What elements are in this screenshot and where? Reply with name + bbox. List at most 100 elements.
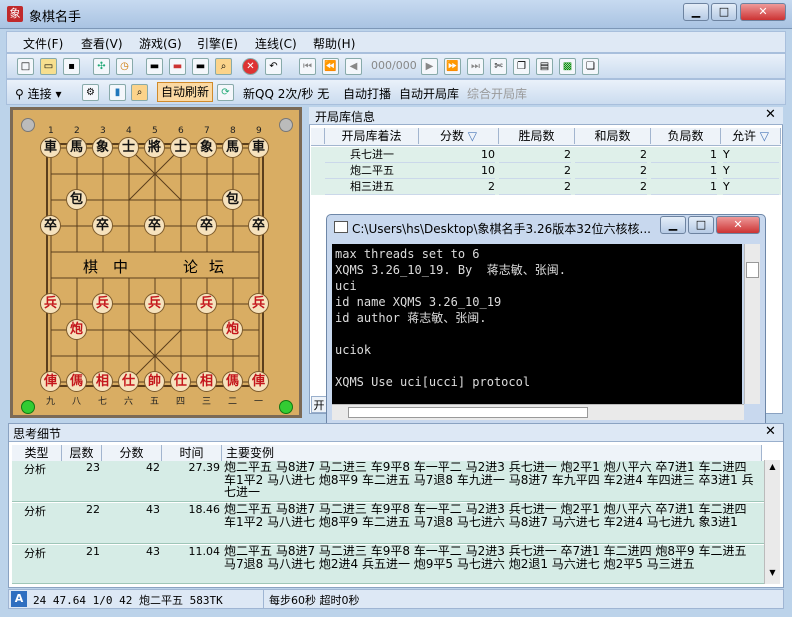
scroll-down-icon[interactable]: ▼ bbox=[767, 568, 778, 580]
black-cannon-piece[interactable]: 包 bbox=[66, 189, 87, 210]
thinking-row[interactable]: 分析 23 42 27.39 炮二平五 马8进7 马二进三 车9平8 车一平二 马2进3… bbox=[12, 461, 772, 502]
copy-icon[interactable]: ❐ bbox=[513, 58, 530, 75]
column-depth[interactable]: 层数 bbox=[62, 445, 102, 461]
console-vertical-scrollbar[interactable] bbox=[744, 244, 760, 404]
red-piece[interactable]: 傌 bbox=[222, 371, 243, 392]
column-win[interactable]: 胜局数 bbox=[499, 128, 575, 144]
next-page-icon[interactable]: ⏩ bbox=[444, 58, 461, 75]
auto-refresh-button[interactable]: 自动刷新 bbox=[157, 82, 214, 102]
combined-opening-button[interactable]: 综合开局库 bbox=[467, 85, 527, 102]
prev-page-icon[interactable]: ⏪ bbox=[322, 58, 339, 75]
console-minimize-button[interactable]: ▁ bbox=[660, 216, 686, 234]
book-icon[interactable]: ▮ bbox=[109, 84, 126, 101]
black-soldier-piece[interactable]: 卒 bbox=[196, 215, 217, 236]
menu-view[interactable]: 查看(V) bbox=[81, 35, 123, 52]
column-pv[interactable]: 主要变例 bbox=[222, 445, 762, 461]
opening-bottom-tab[interactable]: 开 bbox=[311, 396, 327, 413]
opening-row[interactable]: 兵七进一 10 2 2 1 Y bbox=[311, 147, 781, 163]
red-soldier-piece[interactable]: 兵 bbox=[196, 293, 217, 314]
column-type[interactable]: 类型 bbox=[12, 445, 62, 461]
close-button[interactable]: ✕ bbox=[740, 3, 786, 21]
black-soldier-piece[interactable]: 卒 bbox=[40, 215, 61, 236]
close-icon[interactable]: ✕ bbox=[765, 424, 776, 439]
black-piece[interactable]: 車 bbox=[248, 137, 269, 158]
auto-play-button[interactable]: 自动打播 bbox=[343, 85, 391, 102]
menu-engine[interactable]: 引擎(E) bbox=[197, 35, 238, 52]
red-board-icon[interactable]: ▬ bbox=[169, 58, 186, 75]
red-piece[interactable]: 俥 bbox=[40, 371, 61, 392]
chess-board[interactable]: 棋 中 论 坛 123456789 九八七六五四三二一 車馬象士將士象馬車包包卒… bbox=[13, 110, 299, 415]
close-icon[interactable]: ✕ bbox=[765, 107, 776, 122]
monitor-icon[interactable]: ▬ bbox=[192, 58, 209, 75]
thinking-row[interactable]: 分析 22 43 18.46 炮二平五 马8进7 马二进三 车9平8 车一平二 马2进3… bbox=[12, 503, 772, 544]
menu-file[interactable]: 文件(F) bbox=[23, 35, 63, 52]
arrows-icon[interactable]: ✣ bbox=[93, 58, 110, 75]
red-soldier-piece[interactable]: 兵 bbox=[92, 293, 113, 314]
undo-icon[interactable]: ↶ bbox=[265, 58, 282, 75]
red-soldier-piece[interactable]: 兵 bbox=[144, 293, 165, 314]
column-score[interactable]: 分数 bbox=[102, 445, 162, 461]
column-loss[interactable]: 负局数 bbox=[651, 128, 721, 144]
tools-icon[interactable]: ✄ bbox=[490, 58, 507, 75]
column-score[interactable]: 分数 ▽ bbox=[419, 128, 499, 144]
new-file-icon[interactable]: □ bbox=[17, 58, 34, 75]
black-piece[interactable]: 象 bbox=[196, 137, 217, 158]
auto-opening-button[interactable]: 自动开局库 bbox=[399, 85, 459, 102]
red-piece[interactable]: 帥 bbox=[144, 371, 165, 392]
column-move[interactable]: 开局库着法 bbox=[325, 128, 419, 144]
column-draw[interactable]: 和局数 bbox=[575, 128, 651, 144]
save-icon[interactable]: ▪ bbox=[63, 58, 80, 75]
black-soldier-piece[interactable]: 卒 bbox=[144, 215, 165, 236]
minimize-button[interactable]: ▁ bbox=[683, 3, 709, 21]
red-piece[interactable]: 俥 bbox=[248, 371, 269, 392]
console-maximize-button[interactable]: □ bbox=[688, 216, 714, 234]
search-board-icon[interactable]: ⌕ bbox=[131, 84, 148, 101]
search-icon[interactable]: ⌕ bbox=[215, 58, 232, 75]
red-soldier-piece[interactable]: 兵 bbox=[40, 293, 61, 314]
last-move-icon[interactable]: ⏭ bbox=[467, 58, 484, 75]
red-piece[interactable]: 傌 bbox=[66, 371, 87, 392]
red-soldier-piece[interactable]: 兵 bbox=[248, 293, 269, 314]
alarm-clock-icon[interactable]: ◷ bbox=[116, 58, 133, 75]
refresh-icon[interactable]: ⟳ bbox=[217, 84, 234, 101]
black-piece[interactable]: 士 bbox=[170, 137, 191, 158]
thinking-row[interactable]: 分析 21 43 11.04 炮二平五 马8进7 马二进三 车9平8 车一平二 马2进3… bbox=[12, 545, 772, 584]
column-allow[interactable]: 允许 ▽ bbox=[721, 128, 781, 144]
open-folder-icon[interactable]: ▭ bbox=[40, 58, 57, 75]
board-icon[interactable]: ▬ bbox=[146, 58, 163, 75]
black-piece[interactable]: 馬 bbox=[222, 137, 243, 158]
red-piece[interactable]: 仕 bbox=[170, 371, 191, 392]
prev-move-icon[interactable]: ◀ bbox=[345, 58, 362, 75]
next-move-icon[interactable]: ▶ bbox=[421, 58, 438, 75]
red-piece[interactable]: 相 bbox=[196, 371, 217, 392]
column-time[interactable]: 时间 bbox=[162, 445, 222, 461]
image-icon[interactable]: ▩ bbox=[559, 58, 576, 75]
connect-button[interactable]: ⚲ 连接 ▾ bbox=[15, 85, 61, 102]
scroll-thumb[interactable] bbox=[348, 407, 588, 418]
opening-row[interactable]: 炮二平五 10 2 2 1 Y bbox=[311, 163, 781, 179]
black-piece[interactable]: 馬 bbox=[66, 137, 87, 158]
black-piece[interactable]: 士 bbox=[118, 137, 139, 158]
console-close-button[interactable]: ✕ bbox=[716, 216, 760, 234]
black-piece[interactable]: 象 bbox=[92, 137, 113, 158]
pages-icon[interactable]: ❏ bbox=[582, 58, 599, 75]
menu-connect[interactable]: 连线(C) bbox=[255, 35, 297, 52]
black-soldier-piece[interactable]: 卒 bbox=[248, 215, 269, 236]
console-horizontal-scrollbar[interactable] bbox=[332, 404, 744, 420]
stop-icon[interactable]: ✕ bbox=[242, 58, 259, 75]
menu-game[interactable]: 游戏(G) bbox=[139, 35, 182, 52]
red-cannon-piece[interactable]: 炮 bbox=[66, 319, 87, 340]
red-cannon-piece[interactable]: 炮 bbox=[222, 319, 243, 340]
menu-help[interactable]: 帮助(H) bbox=[313, 35, 355, 52]
thinking-scrollbar[interactable]: ▲ ▼ bbox=[764, 460, 780, 584]
scroll-thumb[interactable] bbox=[746, 262, 759, 278]
red-piece[interactable]: 相 bbox=[92, 371, 113, 392]
red-piece[interactable]: 仕 bbox=[118, 371, 139, 392]
paste-icon[interactable]: ▤ bbox=[536, 58, 553, 75]
black-piece[interactable]: 將 bbox=[144, 137, 165, 158]
maximize-button[interactable]: □ bbox=[711, 3, 737, 21]
settings-icon[interactable]: ⚙ bbox=[82, 84, 99, 101]
black-soldier-piece[interactable]: 卒 bbox=[92, 215, 113, 236]
opening-row[interactable]: 相三进五 2 2 2 1 Y bbox=[311, 179, 781, 195]
first-move-icon[interactable]: ⏮ bbox=[299, 58, 316, 75]
